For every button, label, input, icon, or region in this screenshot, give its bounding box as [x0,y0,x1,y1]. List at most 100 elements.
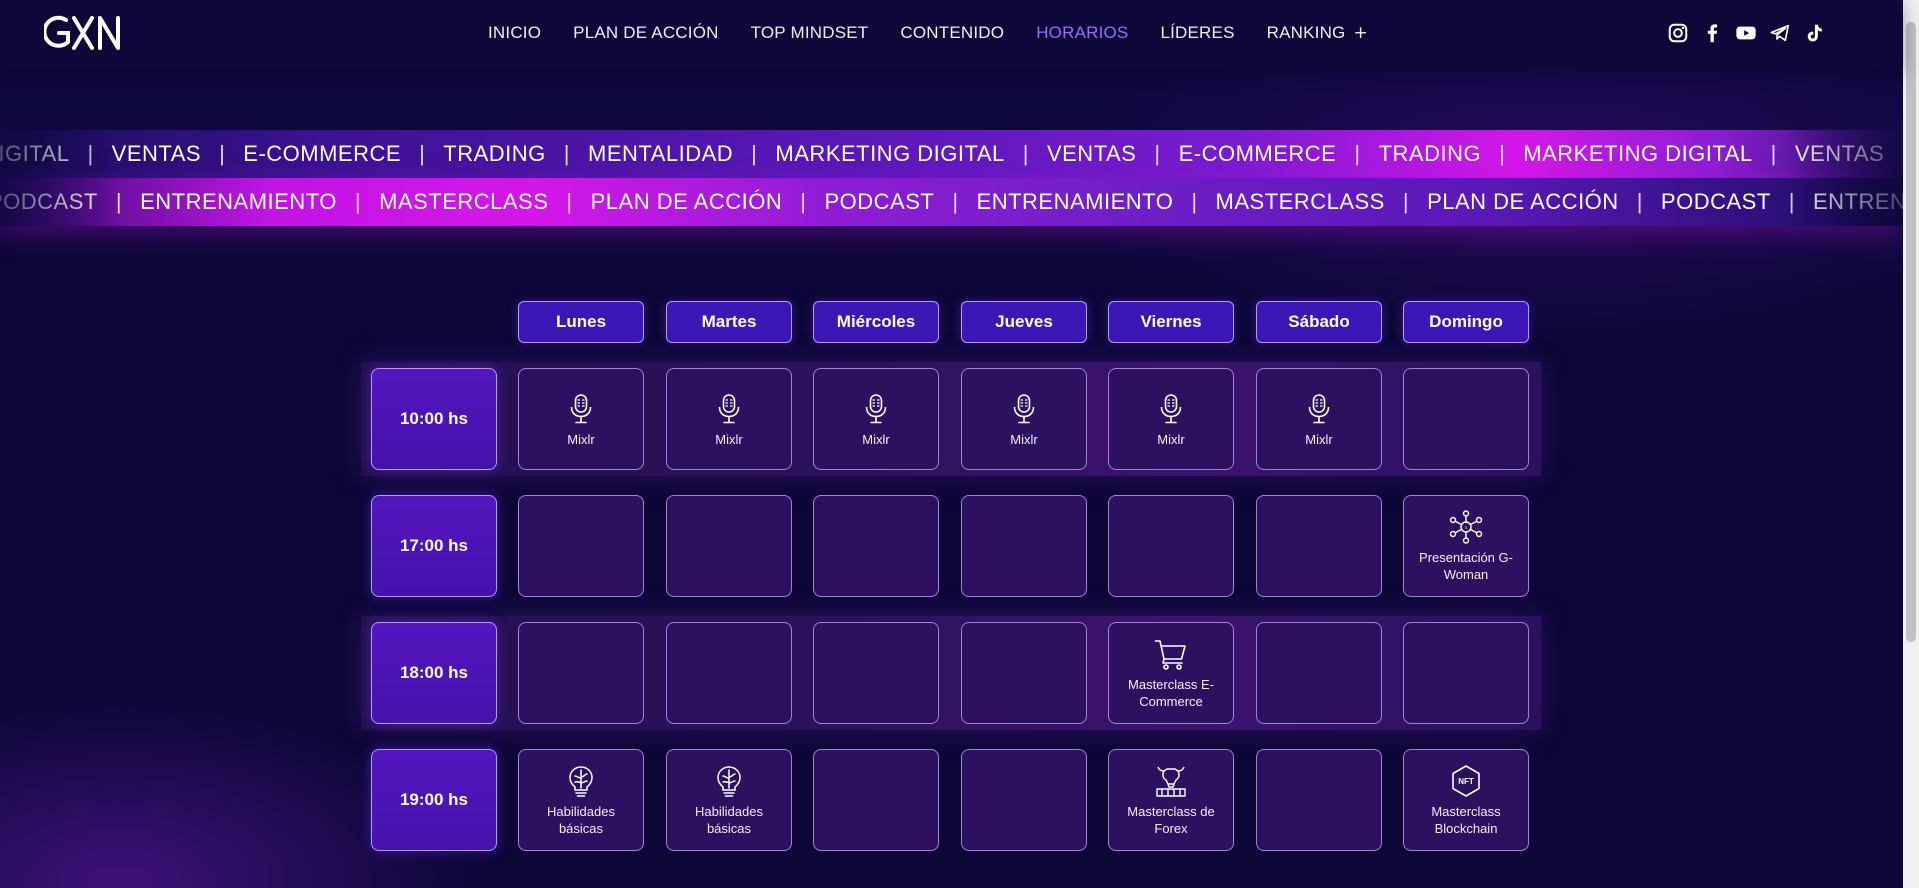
nav-link-contenido[interactable]: CONTENIDO [900,23,1004,43]
schedule-empty-cell [1256,622,1382,724]
nft-icon: NFT [1448,763,1484,799]
marquee-separator: | [1770,141,1777,166]
nav-link-top-mindset[interactable]: TOP MINDSET [751,23,869,43]
marquee-separator: | [115,189,123,214]
event-label: Mixlr [1157,431,1185,447]
schedule-event-cell[interactable]: NFT Masterclass Blockchain [1403,749,1529,851]
schedule-event-cell[interactable]: Masterclass E-Commerce [1108,622,1234,724]
marquee-item: VENTAS [1794,141,1885,166]
telegram-icon[interactable] [1768,21,1792,45]
schedule-empty-cell [813,622,939,724]
schedule-event-cell[interactable]: ♀ Presentación G-Woman [1403,495,1529,597]
marquee-item: MARKETING DIGITAL [1523,141,1753,166]
topics-marquee-top: DIGITAL | VENTAS | E-COMMERCE | TRADING | MENTAL… [0,130,1903,178]
event-label: Masterclass de Forex [1127,804,1215,836]
network-icon: ♀ [1448,509,1484,545]
facebook-icon[interactable] [1700,21,1724,45]
marquee-separator: | [354,189,362,214]
nav-link-ranking[interactable]: RANKING [1267,23,1346,43]
schedule-event-cell[interactable]: Mixlr [666,368,792,470]
microphone-icon [711,391,747,427]
marquee-separator: | [1354,141,1361,166]
marquee-item: ENTRENAMIENTO [1812,189,1903,214]
schedule-empty-cell [1108,495,1234,597]
nav-link-líderes[interactable]: LÍDERES [1160,23,1234,43]
schedule-empty-cell [1256,749,1382,851]
marquee-separator: | [1022,141,1029,166]
youtube-icon[interactable] [1734,21,1758,45]
schedule-empty-cell [518,622,644,724]
microphone-icon [1153,391,1189,427]
marquee-item: MASTERCLASS [379,189,549,214]
day-header-lunes: Lunes [518,301,644,343]
marquee-separator: | [219,141,226,166]
marquee-item: MASTERCLASS [1215,189,1385,214]
marquee-separator: | [1499,141,1506,166]
schedule-event-cell[interactable]: Mixlr [961,368,1087,470]
schedule-empty-cell [1403,622,1529,724]
marquee-separator: | [1788,189,1795,214]
schedule-event-cell[interactable]: Habilidades básicas [666,749,792,851]
time-slot-label: 19:00 hs [371,749,497,851]
social-links [1666,20,1836,46]
marquee-separator: | [566,189,573,214]
marquee-item: E-COMMERCE [1178,141,1337,166]
schedule-event-cell[interactable]: Habilidades básicas [518,749,644,851]
marquee-separator: | [563,141,570,166]
marquee-separator: | [952,189,959,214]
ranking-expand-icon[interactable]: + [1353,23,1367,43]
instagram-icon[interactable] [1666,21,1690,45]
schedule-event-cell[interactable]: Mixlr [813,368,939,470]
cart-icon [1153,636,1189,672]
nav-link-horarios[interactable]: HORARIOS [1036,23,1128,43]
marquee-item: PODCAST [824,189,935,214]
day-header-viernes: Viernes [1108,301,1234,343]
schedule-event-cell[interactable]: Mixlr [1108,368,1234,470]
nav-link-inicio[interactable]: INICIO [488,23,541,43]
marquee-separator: | [1154,141,1161,166]
event-label: Habilidades básicas [547,804,615,836]
marquee-item: PODCAST [0,189,98,214]
event-label: Mixlr [1010,431,1038,447]
time-slot-label: 18:00 hs [371,622,497,724]
event-label: Masterclass E-Commerce [1128,677,1214,709]
microphone-icon [858,391,894,427]
bull-chart-icon [1153,763,1189,799]
event-label: Habilidades básicas [695,804,763,836]
tiktok-icon[interactable] [1802,21,1826,45]
marquee-item: MENTALIDAD [588,141,734,166]
svg-text:♀: ♀ [1464,526,1469,532]
marquee-item: VENTAS [1046,141,1137,166]
marquee-item: TRADING [443,141,546,166]
marquee-separator: | [751,141,758,166]
schedule-empty-cell [961,622,1087,724]
nav-link-plan-de-acción[interactable]: PLAN DE ACCIÓN [573,23,718,43]
event-label: Mixlr [1305,431,1333,447]
microphone-icon [1006,391,1042,427]
marquee-separator: | [800,189,807,214]
site-logo[interactable] [42,12,122,54]
marquee-separator: | [1636,189,1643,214]
marquee-separator: | [419,141,426,166]
marquee-separator: | [87,141,94,166]
schedule-event-cell[interactable]: Mixlr [1256,368,1382,470]
main-nav: INICIO PLAN DE ACCIÓN TOP MINDSET CONTENIDO… [488,0,1368,66]
marquee-item: E-COMMERCE [243,141,402,166]
svg-text:NFT: NFT [1458,777,1474,786]
top-navbar: INICIO PLAN DE ACCIÓN TOP MINDSET CONTENIDO… [0,0,1903,66]
marquee-item: VENTAS [111,141,202,166]
day-header-domingo: Domingo [1403,301,1529,343]
topics-marquee-bottom: PODCAST | ENTRENAMIENTO | MASTERCLASS | PLAN D… [0,178,1903,226]
marquee-item: TRADING [1378,141,1482,166]
microphone-icon [1301,391,1337,427]
event-label: Mixlr [862,431,890,447]
event-label: Mixlr [715,431,743,447]
lightbulb-icon [563,763,599,799]
marquee-item: PLAN DE ACCIÓN [590,189,783,214]
schedule-event-cell[interactable]: Masterclass de Forex [1108,749,1234,851]
scrollbar-thumb[interactable] [1906,22,1916,642]
day-header-jueves: Jueves [961,301,1087,343]
microphone-icon [563,391,599,427]
time-slot-label: 10:00 hs [371,368,497,470]
schedule-event-cell[interactable]: Mixlr [518,368,644,470]
